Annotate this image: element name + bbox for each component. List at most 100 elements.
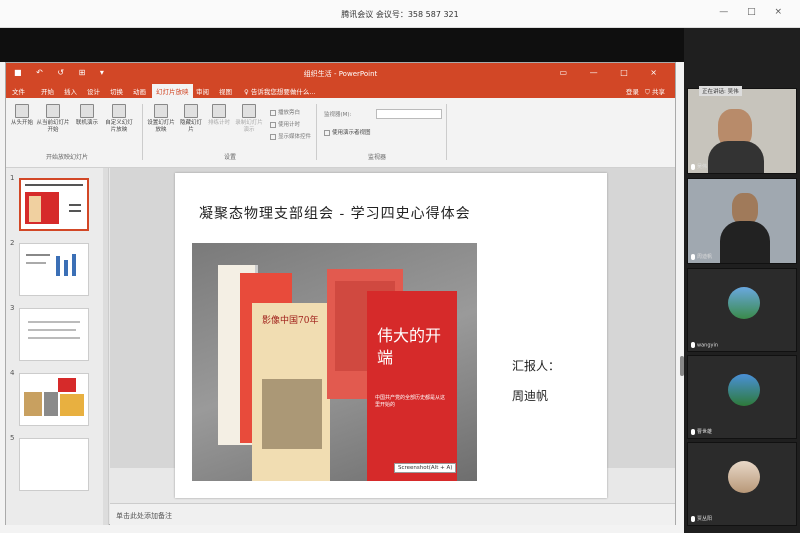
- login-link[interactable]: 登录: [626, 88, 639, 96]
- slide-thumbnail-1[interactable]: [19, 178, 89, 231]
- reporter-block: 汇报人： 周迪帆: [512, 351, 560, 411]
- avatar: [728, 287, 760, 319]
- slide-number: 3: [10, 304, 15, 312]
- powerpoint-window: ■ ↶ ↺ ⊞ ▾ 组织生活 - PowerPoint ▭ — □ × 文件 开…: [5, 62, 684, 525]
- group-label-setup: 设置: [224, 154, 237, 161]
- slide-thumbnail-3[interactable]: [19, 308, 89, 361]
- speaking-indicator: 正在讲话: 吴伟: [699, 86, 742, 96]
- books-photo: 影像中国70年 伟大的开端 中国共产党的全部历史都是从这里开始的 Screens…: [192, 243, 477, 481]
- participant-tile-5[interactable]: 贾丛阳: [687, 442, 797, 526]
- participant-tile-3[interactable]: wangyin: [687, 268, 797, 352]
- mic-icon: [691, 341, 695, 348]
- timer-icon: [212, 104, 226, 118]
- ribbon-tabs: 文件 开始 插入 设计 切换 动画 幻灯片放映 审阅 视图 ♀ 告诉我您想要做什…: [6, 83, 675, 98]
- participant-name: 贾丛阳: [691, 515, 712, 522]
- tab-view[interactable]: 视图: [219, 86, 232, 96]
- setup-icon: [154, 104, 168, 118]
- hide-slide-icon: [184, 104, 198, 118]
- tab-review[interactable]: 审阅: [196, 86, 209, 96]
- reporter-label: 汇报人：: [512, 359, 561, 373]
- tab-animations[interactable]: 动画: [133, 86, 146, 96]
- slide-title: 凝聚态物理支部组会 - 学习四史心得体会: [199, 206, 471, 222]
- current-slide[interactable]: 凝聚态物理支部组会 - 学习四史心得体会 影像中国70年 伟大的开端 中国共产党…: [175, 173, 607, 498]
- book-2: 影像中国70年: [252, 303, 330, 481]
- avatar: [728, 461, 760, 493]
- screenshot-tooltip: Screenshot(Alt + A): [394, 463, 457, 473]
- share-button[interactable]: 共享: [652, 88, 665, 96]
- record-icon: [242, 104, 256, 118]
- tab-home[interactable]: 开始: [41, 86, 54, 96]
- tab-transitions[interactable]: 切换: [110, 86, 123, 96]
- ribbon-divider: [316, 104, 317, 160]
- participant-tile-4[interactable]: 曹世雄: [687, 355, 797, 439]
- slide-thumbnail-4[interactable]: [19, 373, 89, 426]
- mic-icon: [691, 253, 695, 260]
- participants-panel: 吴伟 正在讲话: 吴伟 周迪帆 wangyin 曹世雄 贾丛阳: [684, 28, 800, 533]
- timings-checkbox[interactable]: 使用计时: [270, 120, 300, 128]
- present-online-button[interactable]: 联机演示: [74, 104, 100, 127]
- slide-thumbnail-2[interactable]: [19, 243, 89, 296]
- mic-icon: [691, 163, 695, 170]
- participant-name: 曹世雄: [691, 428, 712, 435]
- book-3-subtitle: 中国共产党的全部历史都是从这里开始的: [375, 395, 446, 408]
- checkbox-icon: [270, 121, 276, 128]
- present-online-icon: [80, 104, 94, 118]
- checkbox-icon: [270, 133, 276, 140]
- book-2-title: 影像中国70年: [262, 316, 319, 326]
- ppt-titlebar: ■ ↶ ↺ ⊞ ▾ 组织生活 - PowerPoint ▭ — □ ×: [6, 63, 675, 83]
- rehearse-timings-button[interactable]: 排练计时: [206, 104, 232, 127]
- tell-me-search[interactable]: ♀ 告诉我您想要做什么...: [244, 86, 316, 96]
- participant-name: 吴伟: [691, 163, 707, 170]
- monitor-label: 监视器(M):: [324, 112, 352, 118]
- ribbon-slideshow: 从头开始 从当前幻灯片开始 联机演示 自定义幻灯片放映 开始放映幻灯片 设置幻灯…: [6, 98, 675, 168]
- from-beginning-button[interactable]: 从头开始: [10, 104, 34, 127]
- participant-tile-2[interactable]: 周迪帆: [687, 178, 797, 264]
- record-slideshow-button[interactable]: 录制幻灯片演示: [234, 104, 264, 134]
- meeting-window-controls[interactable]: — □ ×: [719, 7, 790, 17]
- slide-editor: 凝聚态物理支部组会 - 学习四史心得体会 影像中国70年 伟大的开端 中国共产党…: [110, 168, 675, 498]
- slide-thumbnail-5[interactable]: [19, 438, 89, 491]
- from-current-button[interactable]: 从当前幻灯片开始: [36, 104, 70, 134]
- monitor-select[interactable]: [376, 109, 442, 119]
- ppt-window-controls[interactable]: ▭ — □ ×: [560, 68, 667, 77]
- slide-number: 2: [10, 239, 15, 247]
- slide-number: 4: [10, 369, 15, 377]
- mic-icon: [691, 428, 695, 435]
- participant-tile-1[interactable]: 吴伟: [687, 88, 797, 174]
- custom-slideshow-button[interactable]: 自定义幻灯片放映: [104, 104, 134, 134]
- reporter-name: 周迪帆: [512, 389, 549, 403]
- meeting-title: 腾讯会议 会议号：358 587 321: [341, 10, 459, 19]
- book-3-title: 伟大的开端: [377, 326, 442, 367]
- slide-number: 5: [10, 434, 15, 442]
- avatar: [728, 374, 760, 406]
- participant-name: wangyin: [691, 341, 718, 348]
- hide-slide-button[interactable]: 隐藏幻灯片: [178, 104, 204, 134]
- meeting-titlebar: 腾讯会议 会议号：358 587 321 — □ ×: [0, 0, 800, 28]
- slide-number: 1: [10, 174, 15, 182]
- play-icon: [15, 104, 29, 118]
- tab-file[interactable]: 文件: [12, 86, 25, 96]
- setup-slideshow-button[interactable]: 设置幻灯片放映: [146, 104, 176, 134]
- participant-shoulders: [720, 221, 770, 263]
- presenter-view-checkbox[interactable]: 使用演示者视图: [324, 128, 371, 136]
- ppt-account-area: 登录 ⛉ 共享: [626, 86, 665, 97]
- tab-design[interactable]: 设计: [87, 86, 100, 96]
- notes-pane[interactable]: 单击此处添加备注: [110, 503, 675, 525]
- narration-checkbox[interactable]: 播放旁白: [270, 108, 300, 116]
- meeting-toolbar-area: [0, 28, 684, 62]
- group-label-monitors: 监视器: [368, 154, 387, 161]
- custom-show-icon: [112, 104, 126, 118]
- tab-insert[interactable]: 插入: [64, 86, 77, 96]
- play-current-icon: [46, 104, 60, 118]
- checkbox-icon: [270, 109, 276, 116]
- mic-icon: [691, 515, 695, 522]
- ribbon-divider: [446, 104, 447, 160]
- participant-shoulders: [708, 141, 764, 173]
- ribbon-divider: [142, 104, 143, 160]
- book-3: 伟大的开端 中国共产党的全部历史都是从这里开始的: [367, 291, 457, 481]
- media-controls-checkbox[interactable]: 显示媒体控件: [270, 132, 311, 140]
- participant-name: 周迪帆: [691, 253, 712, 260]
- tab-slideshow[interactable]: 幻灯片放映: [152, 84, 193, 98]
- share-icon: ⛉: [645, 88, 650, 96]
- thumbnail-scrollbar[interactable]: [103, 168, 108, 525]
